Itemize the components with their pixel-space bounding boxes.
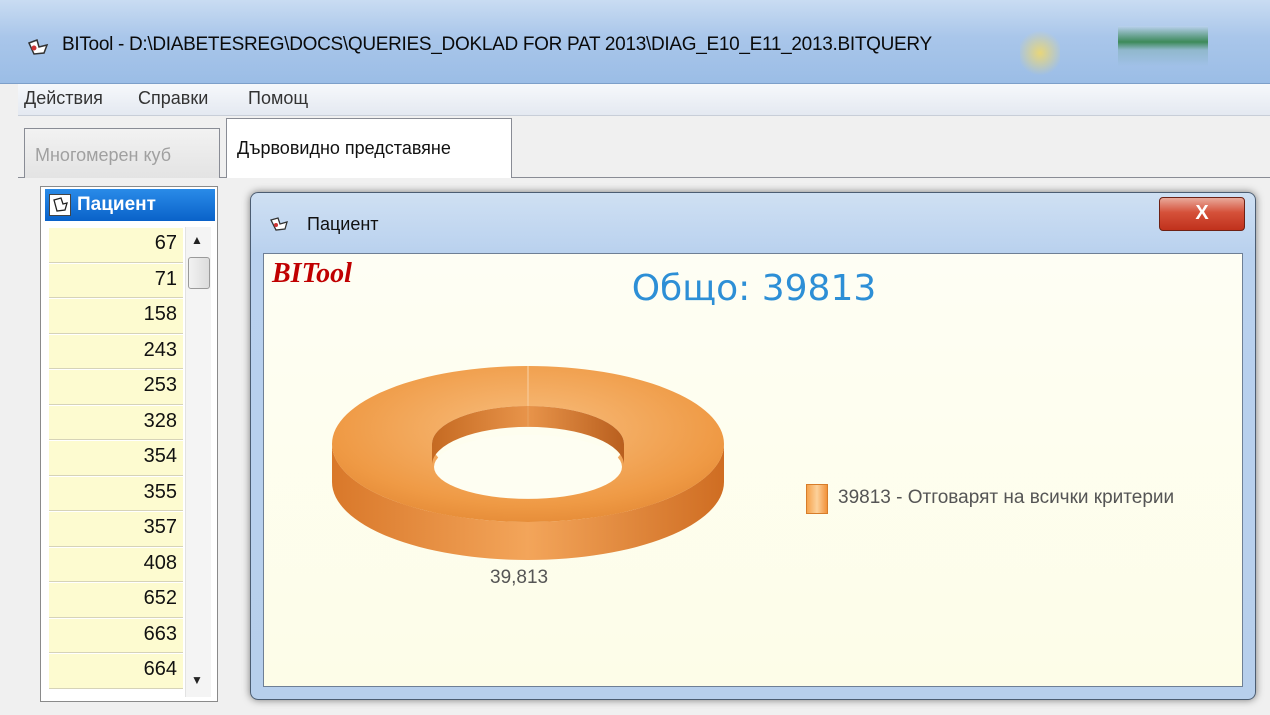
scroll-down-icon[interactable]: ▼: [191, 673, 203, 687]
patient-list-header[interactable]: Пациент: [45, 189, 215, 221]
tab-multidimensional-cube[interactable]: Многомерен куб: [24, 128, 220, 178]
menu-bar: Действия Справки Помощ: [18, 84, 1270, 116]
legend-label: 39813 - Отговарят на всички критерии: [838, 487, 1175, 508]
patient-row[interactable]: 253: [49, 369, 183, 405]
window-title-bar[interactable]: BITool - D:\DIABETESREG\DOCS\QUERIES_DOK…: [0, 0, 1270, 84]
menu-help[interactable]: Помощ: [244, 88, 312, 109]
patient-row[interactable]: 158: [49, 298, 183, 334]
app-icon: [27, 39, 49, 55]
patient-row[interactable]: 67: [49, 227, 183, 263]
close-button[interactable]: X: [1159, 197, 1245, 231]
patient-row[interactable]: 357: [49, 511, 183, 547]
patient-row[interactable]: 328: [49, 404, 183, 440]
patient-row[interactable]: 354: [49, 440, 183, 476]
window-icon: [270, 217, 288, 231]
menu-actions[interactable]: Действия: [20, 88, 107, 109]
patient-row[interactable]: 408: [49, 546, 183, 582]
tab-tree-view[interactable]: Дървовидно представяне: [226, 118, 512, 179]
window-title: BITool - D:\DIABETESREG\DOCS\QUERIES_DOK…: [62, 34, 932, 55]
legend-swatch: [806, 484, 828, 514]
chart-panel: BITool Общо: 39813 39,813 39813 - Отгова…: [263, 253, 1243, 687]
patient-row[interactable]: 71: [49, 262, 183, 298]
slice-data-label: 39,813: [490, 567, 549, 588]
patient-row[interactable]: 355: [49, 475, 183, 511]
patient-row[interactable]: 663: [49, 617, 183, 653]
menu-references[interactable]: Справки: [134, 88, 212, 109]
patient-list-header-label: Пациент: [77, 194, 156, 215]
donut-chart: [332, 365, 724, 560]
chart-window-title: Пациент: [307, 214, 379, 234]
filter-icon[interactable]: [49, 194, 71, 216]
donut-hole: [434, 434, 622, 499]
chart-window: Пациент X BITool Общо: 39813 39,813 3981…: [250, 192, 1256, 700]
chart-title: Общо: 39813: [631, 268, 877, 309]
background-decoration: [1118, 26, 1208, 66]
patient-list: Пациент 67 71 158 243 253 328 354 355 357 408 652 6…: [40, 186, 218, 702]
scrollbar-thumb[interactable]: [188, 257, 210, 289]
patient-row[interactable]: 664: [49, 653, 183, 689]
scroll-up-icon[interactable]: ▲: [191, 233, 203, 247]
patient-row[interactable]: 243: [49, 333, 183, 369]
vertical-scrollbar[interactable]: ▲ ▼: [185, 227, 211, 697]
patient-rows: 67 71 158 243 253 328 354 355 357 408 652 663 664: [49, 227, 183, 699]
patient-row[interactable]: 652: [49, 582, 183, 618]
background-decoration: [1020, 28, 1060, 78]
tab-strip: Многомерен куб Дървовидно представяне: [18, 116, 1270, 179]
